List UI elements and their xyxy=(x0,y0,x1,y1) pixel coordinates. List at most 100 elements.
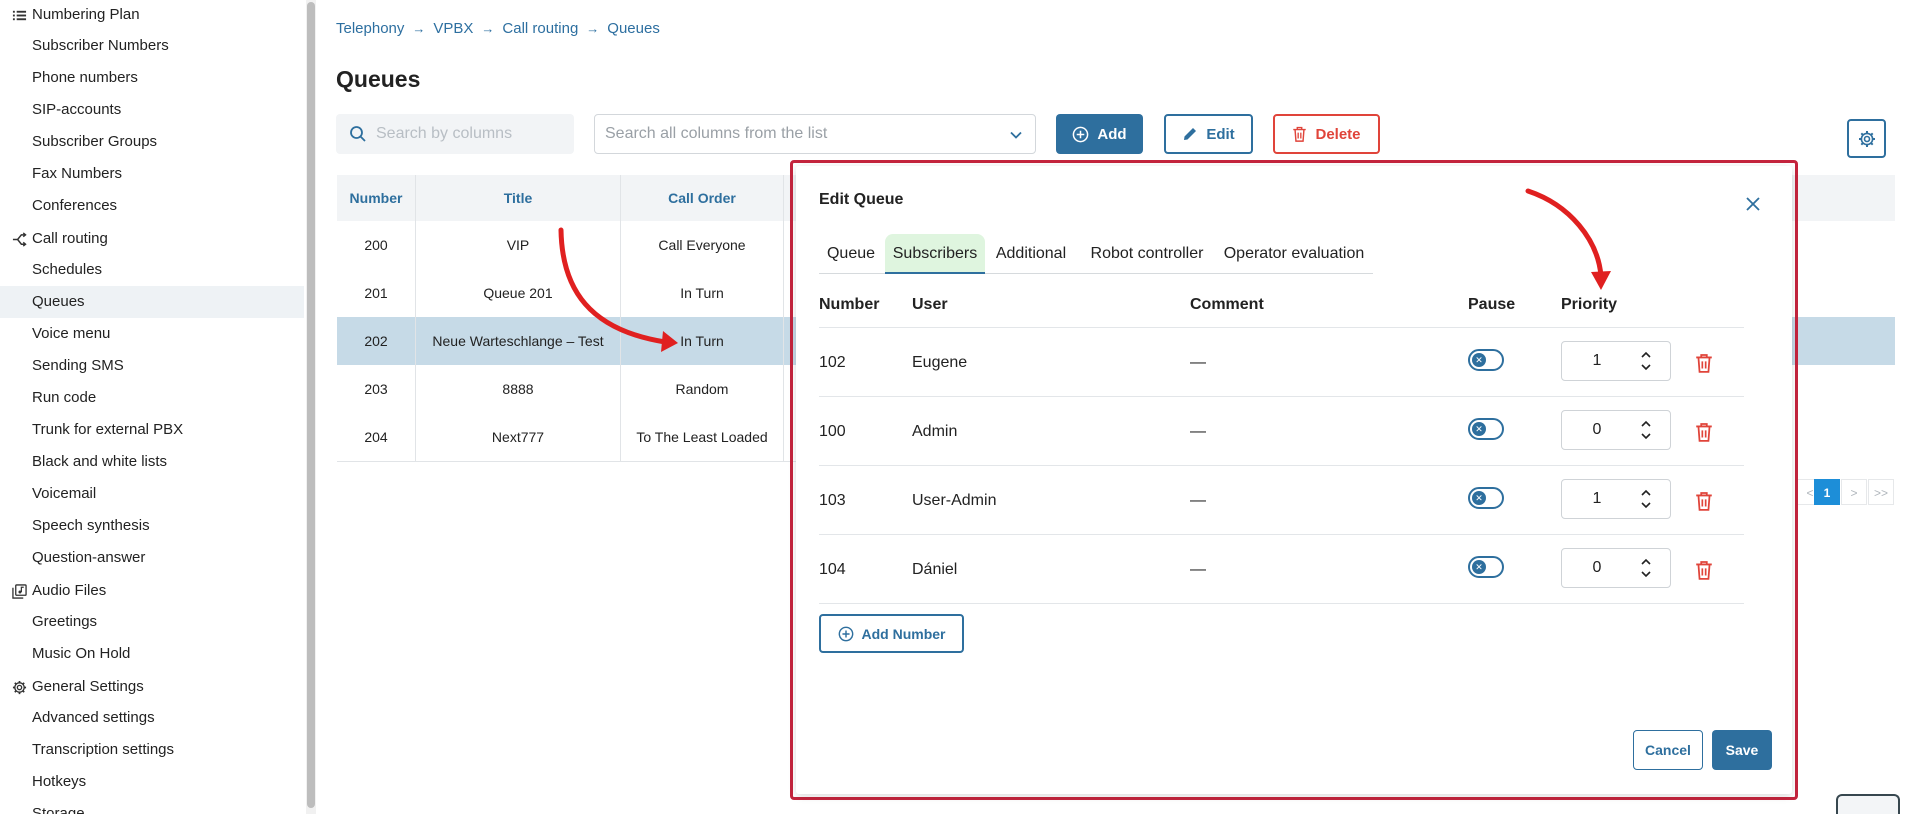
stepper-arrows-icon[interactable] xyxy=(1640,348,1652,374)
sidebar-item-music-on-hold[interactable]: Music On Hold xyxy=(0,638,304,670)
breadcrumb-vpbx[interactable]: VPBX xyxy=(433,20,473,37)
pagination-page[interactable]: 1 xyxy=(1814,479,1840,505)
sidebar-item-phone-numbers[interactable]: Phone numbers xyxy=(0,62,304,94)
sidebar-item-transcription-settings[interactable]: Transcription settings xyxy=(0,734,304,766)
sidebar-section-general-settings[interactable]: General Settings xyxy=(0,671,304,703)
arrow-right-icon: → xyxy=(412,21,426,36)
cell-number: 102 xyxy=(819,354,846,371)
priority-value[interactable]: 1 xyxy=(1562,480,1632,518)
pause-toggle[interactable]: ✕ xyxy=(1468,418,1504,440)
sidebar-section-call-routing[interactable]: Call routing xyxy=(0,223,304,255)
pagination-last[interactable]: >> xyxy=(1868,479,1894,505)
sidebar-item-sending-sms[interactable]: Sending SMS xyxy=(0,350,304,382)
sidebar-item-black-white-lists[interactable]: Black and white lists xyxy=(0,446,304,478)
sidebar-item-conferences[interactable]: Conferences xyxy=(0,190,304,222)
column-header-priority: Priority xyxy=(1561,296,1618,313)
cell-title: Queue 201 xyxy=(483,285,553,301)
pause-toggle[interactable]: ✕ xyxy=(1468,349,1504,371)
column-header-title[interactable]: Title xyxy=(416,175,620,221)
stepper-arrows-icon[interactable] xyxy=(1640,417,1652,443)
audio-files-icon xyxy=(12,584,27,599)
list-icon xyxy=(12,10,27,21)
table-settings-button[interactable] xyxy=(1847,119,1886,158)
add-button[interactable]: Add xyxy=(1056,114,1143,154)
edit-button[interactable]: Edit xyxy=(1164,114,1253,154)
tab-queue[interactable]: Queue xyxy=(819,234,883,274)
tab-operator-evaluation[interactable]: Operator evaluation xyxy=(1219,234,1369,274)
sidebar-item-fax-numbers[interactable]: Fax Numbers xyxy=(0,158,304,190)
sidebar-item-label: General Settings xyxy=(32,678,144,695)
priority-value[interactable]: 0 xyxy=(1562,549,1632,587)
breadcrumb-call-routing[interactable]: Call routing xyxy=(502,20,578,37)
priority-stepper[interactable]: 0 xyxy=(1561,548,1671,588)
table-bottom-border xyxy=(819,603,1744,604)
sidebar-item-greetings[interactable]: Greetings xyxy=(0,606,304,638)
sidebar-item-subscriber-numbers[interactable]: Subscriber Numbers xyxy=(0,30,304,62)
sidebar-item-queues[interactable]: Queues xyxy=(0,286,304,318)
sidebar-section-numbering-plan[interactable]: Numbering Plan xyxy=(0,0,304,31)
close-icon[interactable] xyxy=(1745,196,1761,212)
cell-comment: — xyxy=(1190,354,1206,371)
sidebar-item-question-answer[interactable]: Question-answer xyxy=(0,542,304,574)
priority-stepper[interactable]: 1 xyxy=(1561,479,1671,519)
cell-comment: — xyxy=(1190,423,1206,440)
tab-subscribers[interactable]: Subscribers xyxy=(885,234,985,274)
sidebar-item-hotkeys[interactable]: Hotkeys xyxy=(0,766,304,798)
stepper-arrows-icon[interactable] xyxy=(1640,555,1652,581)
sidebar-item-voicemail[interactable]: Voicemail xyxy=(0,478,304,510)
trash-icon[interactable] xyxy=(1695,422,1713,442)
cell-call-order: In Turn xyxy=(680,333,724,349)
trash-icon[interactable] xyxy=(1695,491,1713,511)
sidebar-item-speech-synthesis[interactable]: Speech synthesis xyxy=(0,510,304,542)
sidebar-item-label: Voice menu xyxy=(32,325,111,342)
sidebar-scrollbar-thumb[interactable] xyxy=(307,2,315,808)
sidebar-section-audio-files[interactable]: Audio Files xyxy=(0,575,304,607)
breadcrumb-telephony[interactable]: Telephony xyxy=(336,20,404,37)
chat-widget-tab[interactable] xyxy=(1836,794,1900,814)
column-search-select[interactable]: Search all columns from the list xyxy=(594,114,1036,154)
pause-toggle[interactable]: ✕ xyxy=(1468,556,1504,578)
column-header-number[interactable]: Number xyxy=(337,175,415,221)
sidebar-item-sip-accounts[interactable]: SIP-accounts xyxy=(0,94,304,126)
sidebar-item-advanced-settings[interactable]: Advanced settings xyxy=(0,702,304,734)
sidebar-item-label: Black and white lists xyxy=(32,453,168,470)
search-input[interactable] xyxy=(376,114,566,154)
sidebar-item-label: Speech synthesis xyxy=(32,517,150,534)
trash-icon[interactable] xyxy=(1695,353,1713,373)
sidebar-item-run-code[interactable]: Run code xyxy=(0,382,304,414)
gear-icon xyxy=(12,680,27,695)
sidebar-item-voice-menu[interactable]: Voice menu xyxy=(0,318,304,350)
trash-icon[interactable] xyxy=(1695,560,1713,580)
sidebar-item-schedules[interactable]: Schedules xyxy=(0,254,304,286)
sidebar-item-trunk-external-pbx[interactable]: Trunk for external PBX xyxy=(0,414,304,446)
sidebar-item-label: Call routing xyxy=(32,230,108,247)
sidebar: Numbering Plan Subscriber Numbers Phone … xyxy=(0,0,306,814)
sidebar-item-label: Queues xyxy=(32,293,85,310)
edit-queue-dialog: Edit Queue Queue Subscribers Additional … xyxy=(796,166,1792,794)
page-title: Queues xyxy=(336,66,421,92)
sidebar-item-storage[interactable]: Storage xyxy=(0,798,304,814)
sidebar-item-label: Conferences xyxy=(32,197,118,214)
priority-value[interactable]: 0 xyxy=(1562,411,1632,449)
stepper-arrows-icon[interactable] xyxy=(1640,486,1652,512)
priority-stepper[interactable]: 0 xyxy=(1561,410,1671,450)
save-button[interactable]: Save xyxy=(1712,730,1772,770)
sidebar-item-label: SIP-accounts xyxy=(32,101,122,118)
column-header-call-order[interactable]: Call Order xyxy=(621,175,783,221)
pause-toggle[interactable]: ✕ xyxy=(1468,487,1504,509)
cell-call-order: To The Least Loaded xyxy=(636,429,768,445)
delete-button[interactable]: Delete xyxy=(1273,114,1380,154)
breadcrumb-queues[interactable]: Queues xyxy=(607,20,660,37)
add-number-button[interactable]: Add Number xyxy=(819,614,964,653)
priority-stepper[interactable]: 1 xyxy=(1561,341,1671,381)
tab-additional[interactable]: Additional xyxy=(989,234,1073,274)
priority-value[interactable]: 1 xyxy=(1562,342,1632,380)
cancel-button[interactable]: Cancel xyxy=(1633,730,1703,770)
column-search-placeholder: Search all columns from the list xyxy=(605,125,828,142)
pagination-next[interactable]: > xyxy=(1841,479,1867,505)
column-divider xyxy=(783,175,784,462)
sidebar-item-subscriber-groups[interactable]: Subscriber Groups xyxy=(0,126,304,158)
sidebar-item-label: Music On Hold xyxy=(32,645,131,662)
sidebar-item-label: Greetings xyxy=(32,613,98,630)
tab-robot-controller[interactable]: Robot controller xyxy=(1079,234,1215,274)
